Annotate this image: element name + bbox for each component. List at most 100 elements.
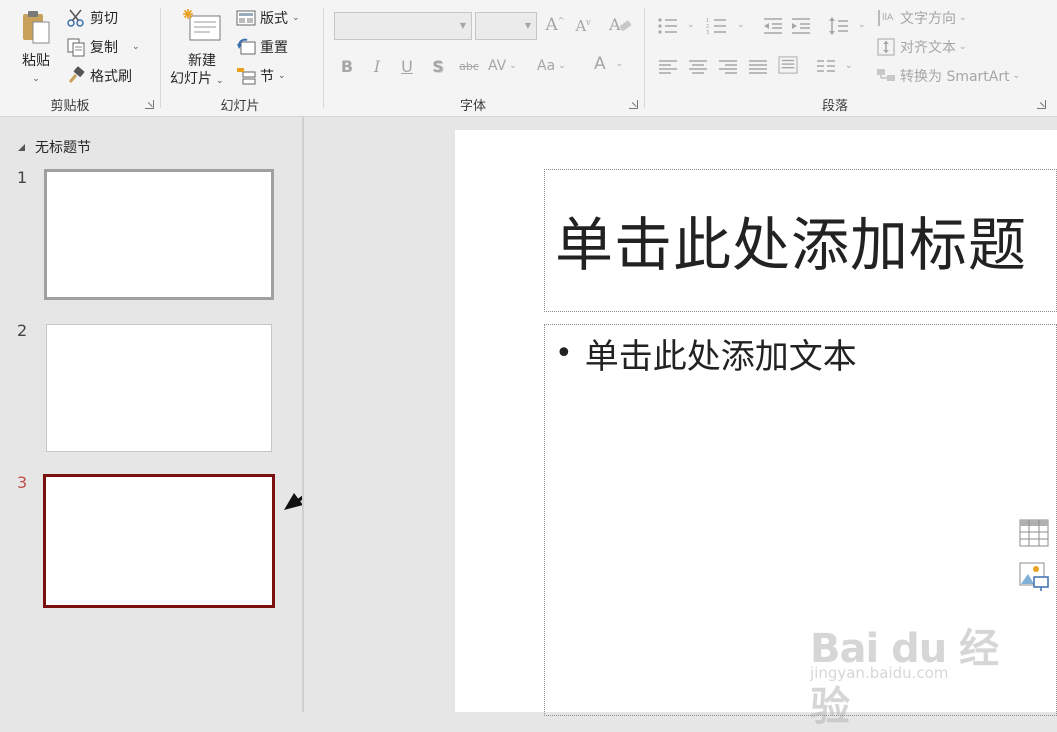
cut-label: 剪切 xyxy=(90,11,118,27)
new-slide-icon xyxy=(183,9,221,41)
chevron-down-icon[interactable]: ⌄ xyxy=(959,42,967,52)
svg-text:llA: llA xyxy=(882,13,894,23)
shrink-font-button[interactable]: Av xyxy=(572,17,594,35)
svg-text:3: 3 xyxy=(706,30,709,35)
reset-button[interactable]: 重置 xyxy=(236,35,288,59)
decrease-indent-icon[interactable] xyxy=(762,17,784,35)
bullets-icon[interactable] xyxy=(657,17,679,35)
font-launcher-icon[interactable] xyxy=(629,100,638,109)
justify-icon[interactable] xyxy=(747,58,769,76)
title-placeholder-text: 单击此处添加标题 xyxy=(555,211,1028,279)
paste-button[interactable]: 粘贴 ⌄ xyxy=(12,6,60,88)
clipboard-group-label: 剪贴板 xyxy=(50,99,90,114)
chevron-down-icon[interactable]: ▼ xyxy=(525,21,531,30)
title-placeholder[interactable]: 单击此处添加标题 xyxy=(544,169,1057,312)
group-separator xyxy=(323,8,324,108)
font-color-label: A xyxy=(594,54,606,74)
underline-button[interactable]: U xyxy=(396,57,418,76)
strikethrough-button[interactable]: abc xyxy=(456,60,482,73)
paste-icon xyxy=(23,11,50,44)
chevron-down-icon[interactable]: ⌄ xyxy=(1013,71,1021,81)
slide-number: 2 xyxy=(17,321,28,340)
text-direction-button[interactable]: llA 文字方向 ⌄ xyxy=(876,6,967,30)
grow-font-button[interactable]: A^ xyxy=(544,15,566,35)
font-name-combo[interactable]: ▼ xyxy=(334,12,472,40)
collapse-triangle-icon[interactable] xyxy=(18,143,25,151)
insert-table-icon[interactable] xyxy=(1019,519,1049,547)
chevron-down-icon[interactable]: ⌄ xyxy=(959,13,967,23)
format-painter-label: 格式刷 xyxy=(90,69,132,85)
section-button[interactable]: 节 ⌄ xyxy=(236,64,286,88)
chevron-down-icon[interactable]: ⌄ xyxy=(737,20,745,30)
chevron-down-icon[interactable]: ⌄ xyxy=(12,74,60,84)
chevron-down-icon[interactable]: ⌄ xyxy=(292,13,300,23)
chevron-down-icon[interactable]: ⌄ xyxy=(616,59,624,69)
increase-indent-icon[interactable] xyxy=(790,17,812,35)
chevron-down-icon[interactable]: ⌄ xyxy=(858,20,866,30)
convert-smartart-button[interactable]: 转换为 SmartArt ⌄ xyxy=(876,64,1020,88)
align-center-icon[interactable] xyxy=(687,58,709,76)
character-spacing-button[interactable]: AV ⌄ xyxy=(488,54,517,78)
columns-icon[interactable] xyxy=(815,58,837,76)
layout-button[interactable]: 版式 ⌄ xyxy=(236,6,300,30)
align-right-icon[interactable] xyxy=(717,58,739,76)
line-spacing-icon[interactable] xyxy=(828,17,850,35)
chevron-down-icon[interactable]: ⌄ xyxy=(132,42,140,52)
font-group-label: 字体 xyxy=(459,99,487,114)
paragraph-group-label: 段落 xyxy=(821,99,849,114)
section-icon xyxy=(237,68,256,85)
new-slide-label-text: 幻灯片 xyxy=(170,71,212,87)
reset-label: 重置 xyxy=(260,40,288,56)
chevron-down-icon[interactable]: ⌄ xyxy=(509,61,517,71)
watermark-url: jingyan.baidu.com xyxy=(810,664,949,682)
slide-number-active: 3 xyxy=(17,473,28,492)
paragraph-launcher-icon[interactable] xyxy=(1037,100,1046,109)
slide-thumbnail-pane[interactable]: 无标题节 1 2 3 xyxy=(0,117,370,712)
baidu-watermark: Bai du 经验 jingyan.baidu.com xyxy=(810,598,1010,730)
layout-label: 版式 xyxy=(260,11,288,27)
svg-text:A: A xyxy=(609,15,621,34)
grow-font-label: A xyxy=(545,15,558,35)
section-title: 无标题节 xyxy=(35,140,91,156)
chevron-down-icon[interactable]: ▼ xyxy=(460,21,466,30)
format-painter-button[interactable]: 格式刷 xyxy=(66,64,132,88)
paste-label: 粘贴 xyxy=(22,53,50,69)
bold-button[interactable]: B xyxy=(336,57,358,76)
slides-group-label: 幻灯片 xyxy=(220,99,260,114)
text-direction-icon: llA xyxy=(878,10,894,26)
font-color-button[interactable]: A ⌄ xyxy=(594,52,623,76)
slide-thumbnail-1[interactable] xyxy=(44,169,274,300)
slide-number: 1 xyxy=(17,168,28,187)
reset-icon xyxy=(237,38,256,55)
scissors-icon xyxy=(67,9,84,27)
chevron-down-icon[interactable]: ⌄ xyxy=(558,61,566,71)
align-text-icon xyxy=(877,38,895,56)
italic-button[interactable]: I xyxy=(366,57,388,76)
new-slide-button[interactable]: 新建 幻灯片 ⌄ xyxy=(170,6,234,88)
align-text-button[interactable]: 对齐文本 ⌄ xyxy=(876,35,967,59)
change-case-button[interactable]: Aa ⌄ xyxy=(537,54,566,78)
insert-picture-icon[interactable] xyxy=(1019,562,1049,592)
slide-thumbnail-2[interactable] xyxy=(46,324,272,452)
body-placeholder-line: • 单击此处添加文本 xyxy=(555,329,857,378)
clear-formatting-icon[interactable]: A xyxy=(609,14,633,36)
font-size-combo[interactable]: ▼ xyxy=(475,12,537,40)
copy-button[interactable]: 复制 ⌄ xyxy=(66,35,140,59)
distributed-icon[interactable] xyxy=(777,56,799,74)
new-slide-label-line1: 新建 xyxy=(188,53,216,69)
chevron-down-icon[interactable]: ⌄ xyxy=(687,20,695,30)
section-header[interactable]: 无标题节 xyxy=(18,137,91,157)
chevron-down-icon[interactable]: ⌄ xyxy=(845,61,853,71)
chevron-down-icon[interactable]: ⌄ xyxy=(278,71,286,81)
numbering-icon[interactable]: 123 xyxy=(706,17,728,35)
shadow-button[interactable]: S xyxy=(427,57,449,76)
cut-button[interactable]: 剪切 xyxy=(66,6,118,30)
layout-icon xyxy=(236,10,256,26)
slide-thumbnail-3[interactable] xyxy=(43,474,275,608)
text-direction-label: 文字方向 xyxy=(900,11,956,27)
align-left-icon[interactable] xyxy=(657,58,679,76)
convert-smartart-label: 转换为 SmartArt xyxy=(900,69,1010,85)
section-label: 节 xyxy=(260,69,274,85)
chevron-down-icon[interactable]: ⌄ xyxy=(216,76,224,86)
clipboard-launcher-icon[interactable] xyxy=(145,100,154,109)
